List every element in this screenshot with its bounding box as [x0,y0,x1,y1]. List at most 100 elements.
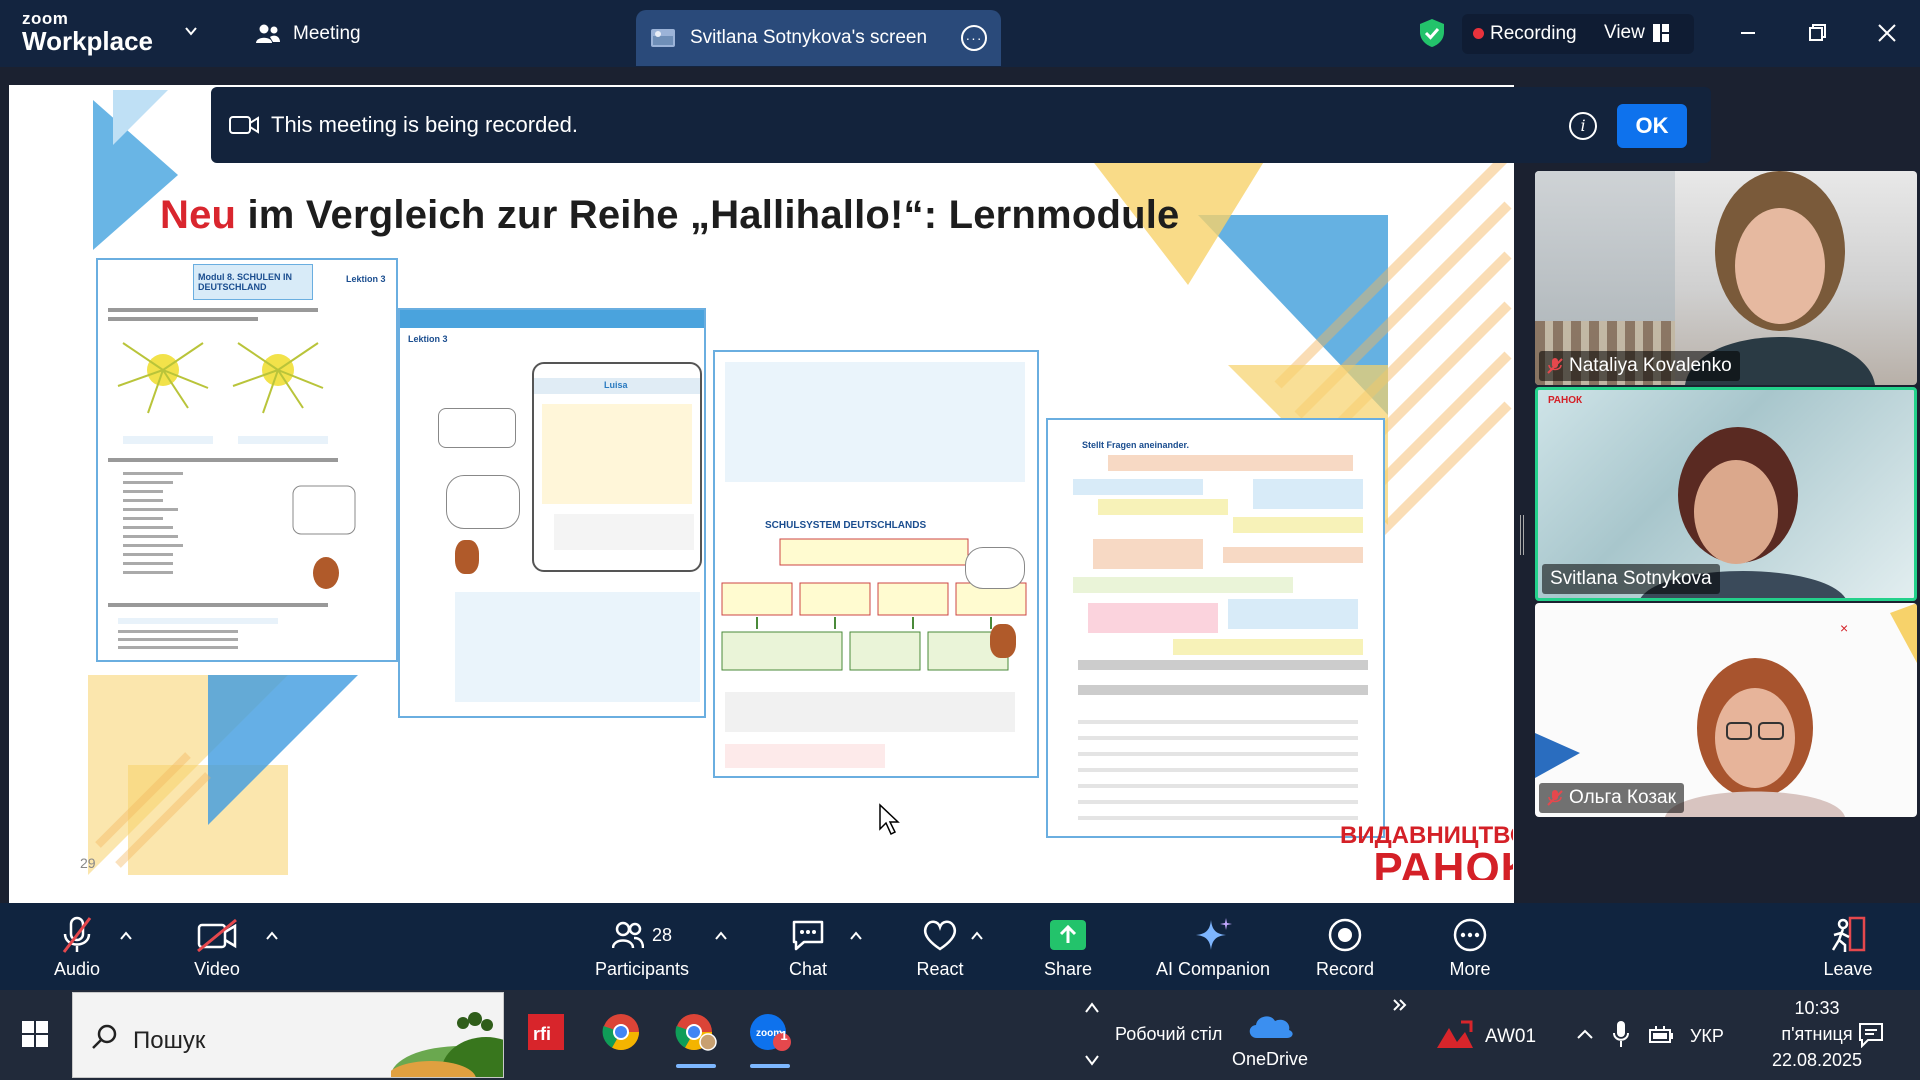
grid-view-icon[interactable] [1652,23,1670,43]
taskbar-app-chrome[interactable] [593,1004,649,1060]
notifications-icon[interactable] [1858,1022,1884,1048]
shared-screen-tab[interactable]: Svitlana Sotnykova's screen ··· [636,10,1001,66]
chrome-profile-icon [675,1014,717,1051]
meeting-toolbar: Audio Video 28 Participants Chat React S… [0,903,1920,990]
participant-video-olha [1665,658,1845,817]
video-tile-svitlana[interactable]: РАНОК Svitlana Sotnykova [1535,387,1917,601]
search-icon [92,1024,117,1049]
chat-options-caret-icon[interactable] [849,931,863,941]
react-options-caret-icon[interactable] [970,931,984,941]
security-shield-icon[interactable] [1418,18,1446,48]
slide-title: Neu im Vergleich zur Reihe „Hallihallo!“… [160,193,1180,238]
taskbar-app-chrome-profile[interactable] [668,1004,724,1068]
video-tile-olha[interactable]: × Ольга Козак [1535,603,1917,817]
microphone-tray-icon[interactable] [1612,1020,1630,1048]
aw-app-icon[interactable] [1435,1018,1475,1054]
video-label: Video [194,959,240,979]
chat-label: Chat [788,959,828,979]
share-label: Share [1043,959,1093,979]
desktop-toolbar-label[interactable]: Робочий стіл [1115,1024,1222,1045]
recording-dot-icon [1473,28,1484,39]
participants-label: Participants [594,959,690,979]
svg-text:×: × [1840,620,1848,636]
windows-start-icon[interactable] [22,1021,48,1047]
slide-page-number: 29 [80,855,96,871]
chat-button[interactable]: Chat [783,915,833,980]
textbook-page-schulsystem: SCHULSYSTEM DEUTSCHLANDS [713,350,1039,778]
participants-count: 28 [651,924,673,945]
ai-companion-button[interactable]: AI Companion [1150,915,1276,980]
chevron-more-icon[interactable] [1392,998,1408,1012]
heart-icon [923,920,957,951]
zoom-notification-badge: 1 [780,1028,788,1043]
onedrive-icon[interactable] [1245,1008,1295,1040]
leave-button[interactable]: Leave [1820,915,1876,980]
people-icon [256,24,280,43]
leave-icon [1831,916,1866,952]
aw-label[interactable]: AW01 [1485,1026,1536,1048]
recording-notice-banner: This meeting is being recorded. i OK [211,87,1711,163]
onedrive-label[interactable]: OneDrive [1232,1049,1308,1070]
view-button[interactable]: View [1604,22,1645,44]
participants-icon [611,921,644,949]
more-options-icon[interactable]: ··· [961,25,987,51]
record-button[interactable]: Record [1315,915,1375,980]
book2-phone-name: Luisa [604,380,628,390]
book1-lesson: Lektion 3 [346,274,386,284]
record-label: Record [1315,959,1375,979]
book3-heading: SCHULSYSTEM DEUTSCHLANDS [765,520,927,531]
participant-name: Svitlana Sotnykova [1550,568,1712,589]
textbook-page-modul-8: Modul 8. SCHULEN IN DEUTSCHLAND Lektion … [96,258,398,662]
screen-thumbnail-icon [651,29,675,47]
slide-title-rest: im Vergleich zur Reihe „Hallihallo!“: Le… [236,193,1180,237]
minimize-icon[interactable] [1733,18,1763,48]
chrome-icon [602,1014,639,1051]
show-hidden-icons-icon[interactable] [1576,1028,1594,1040]
logo-line1: zoom [22,9,69,28]
taskbar-app-zoom[interactable]: zoom 1 [742,1004,798,1068]
slide-title-highlight: Neu [160,193,237,237]
input-language-indicator[interactable]: УКР [1690,1026,1724,1047]
ai-companion-label: AI Companion [1155,959,1271,979]
close-icon[interactable] [1872,18,1902,48]
logo-line2: Workplace [22,26,154,56]
clock-date[interactable]: 22.08.2025 [1752,1050,1882,1071]
more-button[interactable]: More [1442,915,1498,980]
title-bar: zoom Workplace Meeting Svitlana Sotnykov… [0,0,1920,67]
clock-time[interactable]: 10:33 [1762,998,1872,1019]
video-options-caret-icon[interactable] [265,931,279,941]
more-icon [1453,918,1487,952]
ranok-watermark: РАНОК [1548,395,1583,406]
battery-power-icon[interactable] [1648,1024,1674,1044]
react-button[interactable]: React [910,915,970,980]
restore-icon[interactable] [1802,18,1832,48]
zoom-logo: zoom Workplace [22,10,153,54]
audio-options-caret-icon[interactable] [119,931,133,941]
rfi-app-icon: rfi [528,1014,564,1050]
chevron-down-icon[interactable] [184,24,198,38]
taskbar-scroll-arrows-icon[interactable] [1082,994,1102,1074]
audio-button[interactable]: Audio [47,915,107,980]
mouse-cursor-icon [879,803,900,836]
participant-name-tag: Ольга Козак [1539,783,1684,813]
sparkle-icon [1196,918,1232,950]
svg-text:rfi: rfi [533,1024,551,1044]
participants-button[interactable]: 28 Participants [590,915,694,980]
info-icon[interactable]: i [1569,112,1597,140]
ok-button[interactable]: OK [1617,104,1687,148]
textbook-page-fragen: Stellt Fragen aneinander. [1046,418,1385,838]
taskbar-app-rfi[interactable]: rfi [518,1004,574,1060]
taskbar-search-input[interactable]: Пошук [72,992,504,1078]
more-label: More [1449,959,1491,979]
meeting-tab[interactable]: Meeting [255,18,361,50]
video-button[interactable]: Video [185,915,249,980]
clock-day[interactable]: п'ятниця [1762,1024,1872,1045]
share-button[interactable]: Share [1040,915,1096,980]
question-cards [1073,455,1363,655]
participants-options-caret-icon[interactable] [714,931,728,941]
shared-screen: Neu im Vergleich zur Reihe „Hallihallo!“… [9,85,1514,903]
video-tile-nataliya[interactable]: Nataliya Kovalenko [1535,171,1917,385]
splitter-handle[interactable] [1520,515,1524,555]
share-screen-icon [1050,920,1086,950]
recording-label: Recording [1490,23,1577,44]
